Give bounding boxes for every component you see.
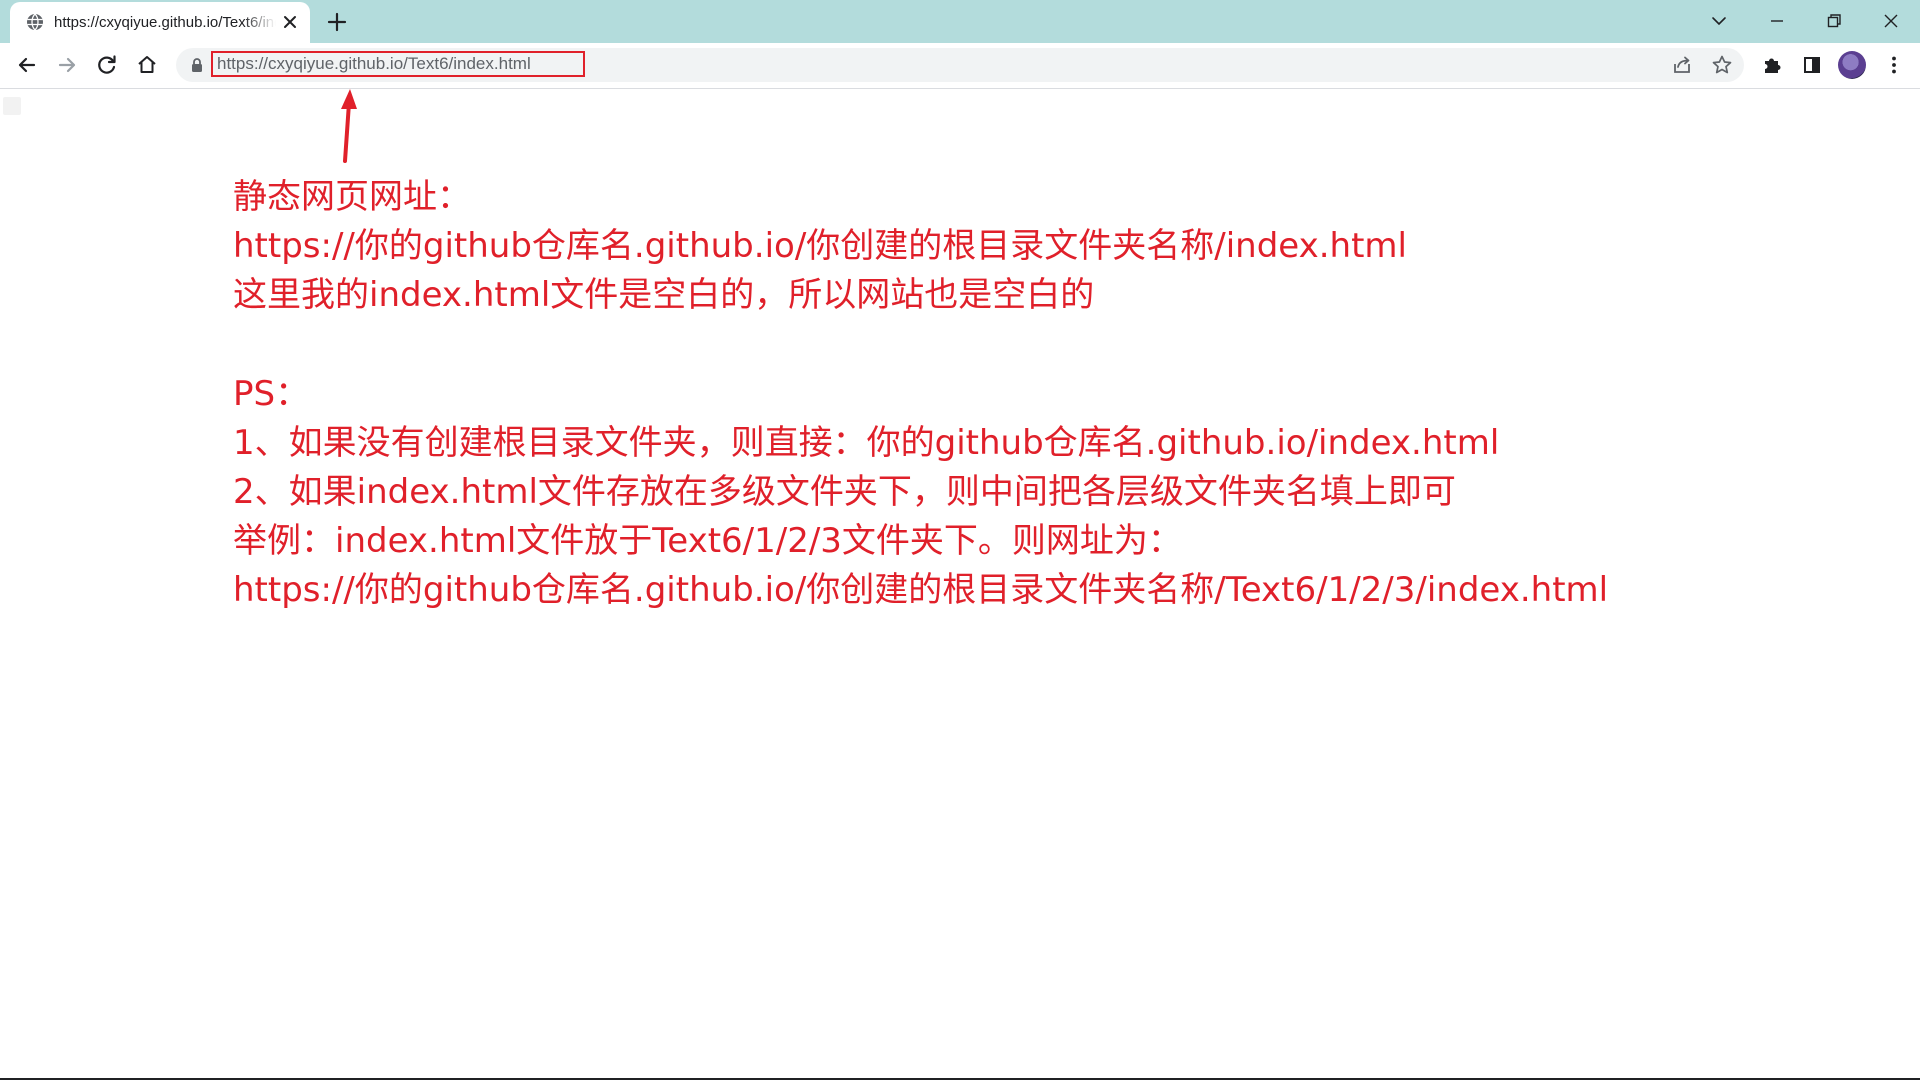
close-icon[interactable] [280,12,300,32]
chevron-down-icon[interactable] [1704,6,1734,36]
browser-toolbar: https://cxyqiyue.github.io/Text6/index.h… [0,43,1920,89]
reload-icon[interactable] [92,50,122,80]
url-field[interactable]: https://cxyqiyue.github.io/Text6/index.h… [211,51,585,77]
annotation-line-8: 举例：index.html文件放于Text6/1/2/3文件夹下。则网址为： [233,521,1182,561]
annotation-line-1: 静态网页网址： [233,177,471,217]
tab-title: https://cxyqiyue.github.io/Text6/index.h… [54,14,276,31]
tab-strip: https://cxyqiyue.github.io/Text6/index.h… [0,0,1920,43]
side-panel-icon[interactable] [1797,50,1827,80]
annotation-line-2: https://你的github仓库名.github.io/你创建的根目录文件夹… [233,226,1407,266]
minimize-icon[interactable] [1762,6,1792,36]
annotation-line-3: 这里我的index.html文件是空白的，所以网站也是空白的 [233,275,1095,315]
restore-icon[interactable] [1819,6,1849,36]
annotation-line-6: 1、如果没有创建根目录文件夹，则直接：你的github仓库名.github.io… [233,423,1500,463]
globe-icon [27,13,43,31]
address-bar[interactable]: https://cxyqiyue.github.io/Text6/index.h… [176,48,1744,82]
avatar[interactable] [1838,51,1866,79]
browser-tab[interactable]: https://cxyqiyue.github.io/Text6/index.h… [10,2,310,43]
browser-window: https://cxyqiyue.github.io/Text6/index.h… [0,0,1920,1080]
share-icon[interactable] [1670,53,1694,77]
annotation-line-5: PS： [233,374,310,414]
annotation-line-7: 2、如果index.html文件存放在多级文件夹下，则中间把各层级文件夹名填上即… [233,472,1456,512]
forward-arrow-icon[interactable] [52,50,82,80]
page-content: 静态网页网址： https://你的github仓库名.github.io/你创… [0,89,1920,1080]
url-host: https://cxyqiyue.github.io [217,54,404,73]
red-arrow-annotation [341,89,357,163]
page-placeholder-square [3,97,21,115]
url-path: /Text6/index.html [403,54,531,73]
star-icon[interactable] [1710,53,1734,77]
back-arrow-icon[interactable] [12,50,42,80]
plus-icon[interactable] [325,10,349,34]
window-close-icon[interactable] [1876,6,1906,36]
lock-icon[interactable] [189,57,205,73]
puzzle-icon[interactable] [1757,50,1787,80]
annotation-line-9: https://你的github仓库名.github.io/你创建的根目录文件夹… [233,570,1609,610]
kebab-menu-icon[interactable] [1879,50,1909,80]
home-icon[interactable] [132,50,162,80]
